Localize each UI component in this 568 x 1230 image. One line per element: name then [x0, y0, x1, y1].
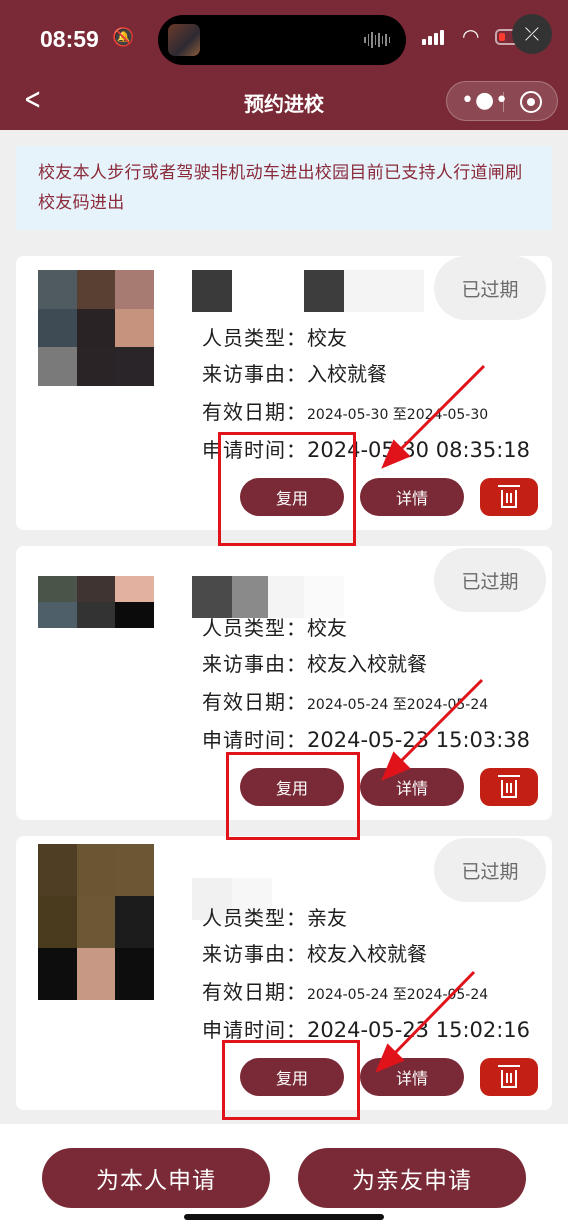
apply-relative-button[interactable]: 为亲友申请	[298, 1148, 526, 1208]
notice-banner: 校友本人步行或者驾驶非机动车进出校园目前已支持人行道闸刷校友码进出	[16, 146, 552, 230]
avatar-photo	[38, 576, 154, 654]
trash-icon	[498, 775, 520, 798]
status-badge: 已过期	[434, 838, 546, 902]
capsule-divider	[503, 92, 504, 112]
mini-program-capsule: •●•	[446, 81, 558, 121]
bell-slash-icon: 🔕	[112, 27, 135, 48]
delete-button[interactable]	[480, 768, 538, 806]
visit-reason: 来访事由：校友入校就餐	[202, 942, 427, 966]
detail-button[interactable]: 详情	[360, 1058, 464, 1096]
avatar-photo	[38, 844, 154, 1000]
bottom-action-bar: 为本人申请 为亲友申请	[0, 1124, 568, 1230]
trash-icon	[498, 485, 520, 508]
highlight-box	[226, 752, 360, 840]
person-type: 人员类型：校友	[202, 616, 347, 640]
apply-time: 申请时间：2024-05-23 15:02:16	[202, 1018, 531, 1042]
person-type: 人员类型：亲友	[202, 906, 347, 930]
apply-time: 申请时间：2024-05-23 15:03:38	[202, 728, 531, 752]
wifi-icon: ◠	[462, 24, 480, 48]
home-indicator	[184, 1214, 384, 1220]
detail-button[interactable]: 详情	[360, 478, 464, 516]
name-redacted	[192, 270, 424, 312]
album-thumbnail	[168, 24, 200, 56]
apply-self-button[interactable]: 为本人申请	[42, 1148, 270, 1208]
more-dots-icon[interactable]: •●•	[461, 90, 509, 112]
visit-reason: 来访事由：入校就餐	[202, 362, 387, 386]
visit-reason: 来访事由：校友入校就餐	[202, 652, 427, 676]
audio-wave-icon	[364, 32, 390, 48]
delete-button[interactable]	[480, 478, 538, 516]
valid-date: 有效日期：2024-05-30 至2024-05-30	[202, 400, 489, 424]
delete-button[interactable]	[480, 1058, 538, 1096]
status-badge: 已过期	[434, 548, 546, 612]
screen-record-close-icon[interactable]: ⤫	[512, 14, 552, 54]
highlight-box	[222, 1040, 360, 1120]
status-time: 08:59	[40, 26, 99, 52]
trash-icon	[498, 1065, 520, 1088]
target-icon[interactable]	[520, 91, 542, 113]
status-badge: 已过期	[434, 256, 546, 320]
valid-date: 有效日期：2024-05-24 至2024-05-24	[202, 690, 489, 714]
highlight-box	[218, 432, 356, 546]
dynamic-island	[158, 15, 406, 65]
avatar-photo	[38, 270, 154, 386]
signal-icon	[422, 30, 444, 45]
app-header: 08:59 🔕 ◠ ⤫ < 预约进校 •●•	[0, 0, 568, 130]
person-type: 人员类型：校友	[202, 326, 347, 350]
detail-button[interactable]: 详情	[360, 768, 464, 806]
valid-date: 有效日期：2024-05-24 至2024-05-24	[202, 980, 489, 1004]
